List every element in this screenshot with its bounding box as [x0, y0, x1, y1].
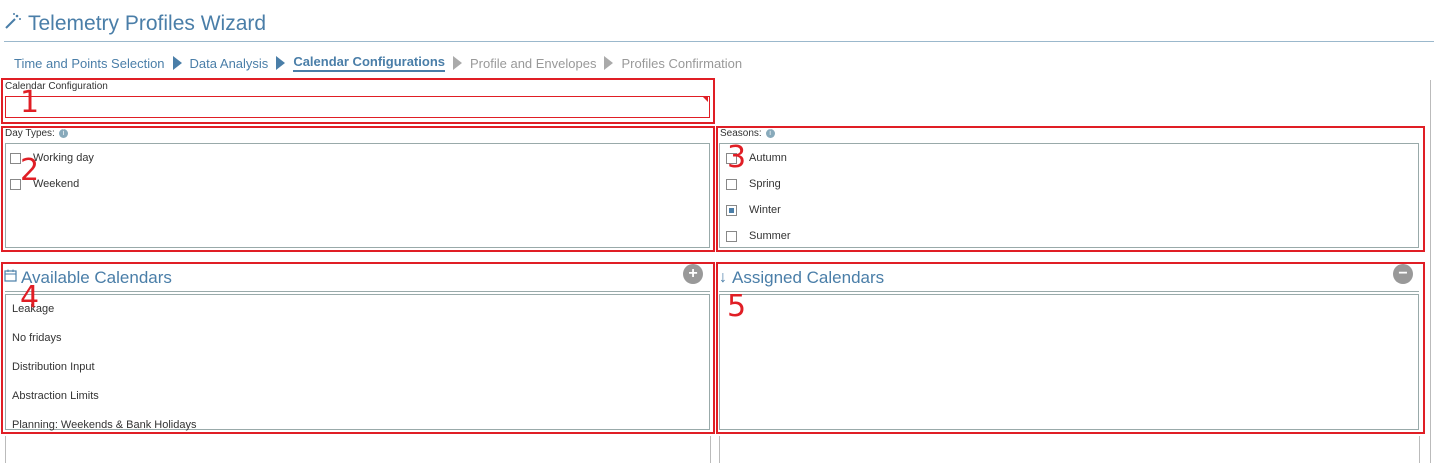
- annotation-number-3: 3: [727, 140, 747, 175]
- seasons-label: Seasons: i: [720, 128, 775, 139]
- breadcrumb-calendar-configurations[interactable]: Calendar Configurations: [293, 54, 445, 72]
- season-label: Winter: [749, 204, 781, 216]
- season-item-winter[interactable]: Winter: [726, 197, 781, 223]
- add-calendar-button[interactable]: +: [683, 264, 703, 284]
- chevron-right-icon: [604, 56, 614, 70]
- scrollbar-track[interactable]: [1430, 80, 1431, 463]
- breadcrumb-profile-and-envelopes[interactable]: Profile and Envelopes: [470, 56, 596, 71]
- header-divider: [5, 291, 710, 292]
- day-types-label-text: Day Types:: [5, 128, 55, 139]
- breadcrumb-time-and-points[interactable]: Time and Points Selection: [14, 56, 165, 71]
- title-divider: [4, 41, 1434, 42]
- checkbox[interactable]: [726, 178, 737, 190]
- info-icon[interactable]: i: [58, 128, 68, 138]
- plus-icon: +: [688, 265, 698, 282]
- assigned-calendars-list[interactable]: [719, 294, 1419, 430]
- breadcrumb-profiles-confirmation[interactable]: Profiles Confirmation: [621, 56, 742, 71]
- wizard-wand-icon: [4, 12, 22, 36]
- seasons-label-text: Seasons:: [720, 128, 762, 139]
- window-title-text: Telemetry Profiles Wizard: [28, 12, 267, 35]
- checkbox-checked[interactable]: [726, 204, 737, 216]
- panel-edge: [710, 436, 711, 463]
- calendar-list-item[interactable]: Planning: Weekends & Bank Holidays: [6, 411, 709, 440]
- minus-icon: −: [1398, 265, 1408, 282]
- breadcrumb: Time and Points Selection Data Analysis …: [14, 54, 742, 72]
- chevron-right-icon: [172, 56, 182, 70]
- available-calendars-list[interactable]: Leakage No fridays Distribution Input Ab…: [5, 294, 710, 431]
- calendar-list-item[interactable]: Leakage: [6, 295, 709, 324]
- required-marker-icon: [703, 97, 708, 102]
- seasons-list: Autumn Spring Winter Summer: [719, 143, 1419, 248]
- season-label: Spring: [749, 178, 781, 190]
- panel-edge: [719, 436, 720, 463]
- day-types-label: Day Types: i: [5, 128, 68, 139]
- chevron-right-icon: [276, 56, 286, 70]
- calendar-list-item[interactable]: No fridays: [6, 324, 709, 353]
- season-label: Summer: [749, 230, 791, 242]
- annotation-number-5: 5: [727, 289, 747, 324]
- info-icon[interactable]: i: [765, 128, 775, 138]
- window-title: Telemetry Profiles Wizard: [4, 12, 266, 36]
- panel-edge: [1419, 436, 1420, 463]
- chevron-right-icon: [453, 56, 462, 70]
- calendar-list-item[interactable]: Abstraction Limits: [6, 382, 709, 411]
- annotation-number-2: 2: [20, 153, 40, 188]
- breadcrumb-data-analysis[interactable]: Data Analysis: [190, 56, 269, 71]
- available-calendars-title: Available Calendars: [21, 268, 172, 287]
- day-type-label: Working day: [33, 152, 94, 164]
- calendar-icon: [4, 269, 17, 287]
- annotation-number-4: 4: [20, 280, 40, 315]
- calendar-list-item[interactable]: Distribution Input: [6, 353, 709, 382]
- calendar-configuration-input[interactable]: [5, 96, 710, 118]
- day-type-label: Weekend: [33, 178, 80, 190]
- assigned-calendars-title: Assigned Calendars: [732, 268, 885, 287]
- panel-edge: [5, 436, 6, 463]
- arrow-down-icon: ↓: [719, 269, 727, 286]
- checkbox[interactable]: [726, 230, 737, 242]
- remove-calendar-button[interactable]: −: [1393, 264, 1413, 284]
- season-label: Autumn: [749, 152, 787, 164]
- assigned-calendars-header: ↓ Assigned Calendars: [719, 268, 884, 288]
- day-types-list: Working day Weekend: [5, 143, 710, 248]
- header-divider: [719, 291, 1419, 292]
- annotation-number-1: 1: [20, 85, 40, 120]
- season-item-summer[interactable]: Summer: [726, 223, 791, 249]
